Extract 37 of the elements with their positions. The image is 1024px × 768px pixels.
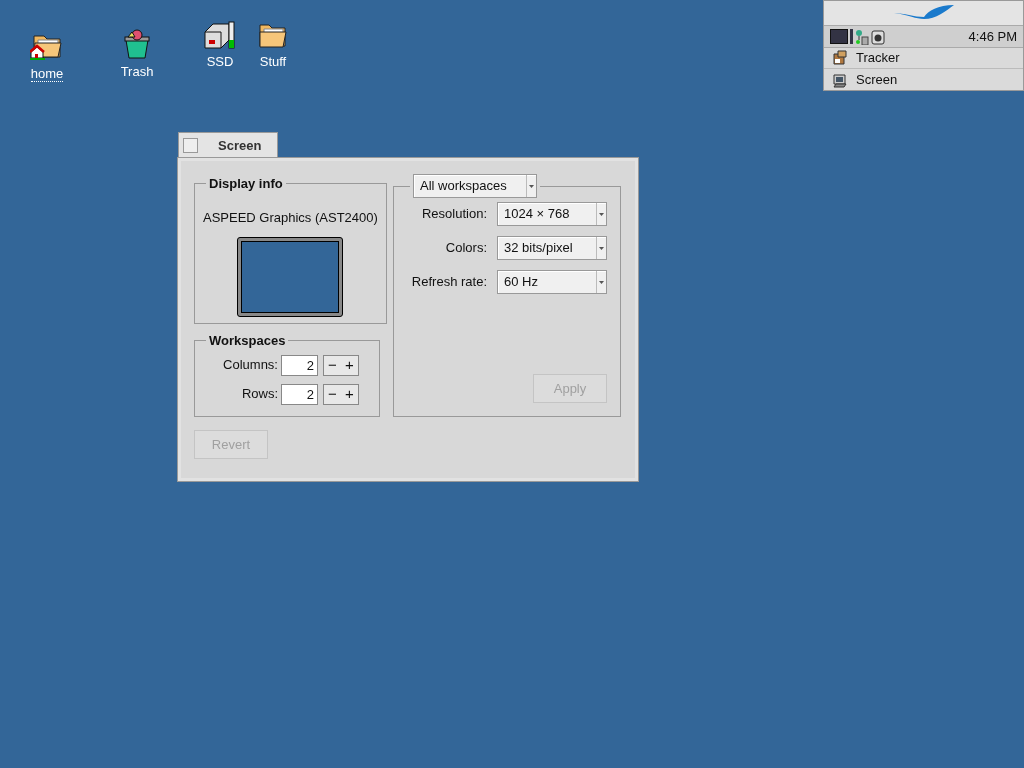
- drive-icon: [203, 20, 237, 50]
- close-button[interactable]: [183, 138, 198, 153]
- trash-can-icon: [122, 28, 152, 60]
- dropdown-field[interactable]: 32 bits/pixel: [497, 236, 607, 260]
- decrement-button[interactable]: −: [324, 355, 341, 375]
- dropdown-arrow-icon: [599, 280, 604, 284]
- dropdown-field[interactable]: 1024 × 768: [497, 202, 607, 226]
- group-title: Display info: [209, 176, 283, 191]
- desktop-icon-label[interactable]: Trash: [120, 64, 154, 79]
- dropdown-field[interactable]: All workspaces: [413, 174, 537, 198]
- increment-button[interactable]: +: [341, 384, 358, 404]
- tracker-icon: [832, 50, 848, 66]
- window-title: Screen: [218, 136, 262, 155]
- number-field[interactable]: 2: [281, 354, 318, 376]
- workspace-separator-icon: [850, 29, 853, 44]
- increment-button[interactable]: +: [341, 355, 358, 375]
- dropdown-arrow-icon: [599, 212, 604, 216]
- group-title: Workspaces: [209, 333, 286, 348]
- number-field[interactable]: 2: [281, 383, 318, 405]
- desktop-icon-label[interactable]: SSD: [206, 54, 234, 69]
- screen-app-icon: [832, 71, 848, 88]
- field-label: Resolution:: [420, 205, 487, 224]
- workspace-icon[interactable]: [830, 29, 848, 44]
- dropdown-arrow-icon: [529, 184, 534, 188]
- window-tab[interactable]: Screen: [178, 132, 278, 158]
- dropdown-field[interactable]: 60 Hz: [497, 270, 607, 294]
- field-label: Colors:: [444, 239, 487, 258]
- dropdown-arrow-icon: [599, 246, 604, 250]
- decrement-button[interactable]: −: [324, 384, 341, 404]
- desktop-icon-label[interactable]: Stuff: [259, 54, 287, 69]
- field-label: Rows:: [241, 385, 278, 404]
- deskbar-app-item[interactable]: Tracker: [824, 48, 1023, 69]
- desktop-icon-label[interactable]: home: [30, 66, 64, 82]
- device-name: ASPEED Graphics (AST2400): [203, 208, 378, 227]
- field-label: Refresh rate:: [410, 273, 487, 292]
- field-label: Columns:: [223, 356, 278, 375]
- speaker-icon[interactable]: [871, 28, 885, 45]
